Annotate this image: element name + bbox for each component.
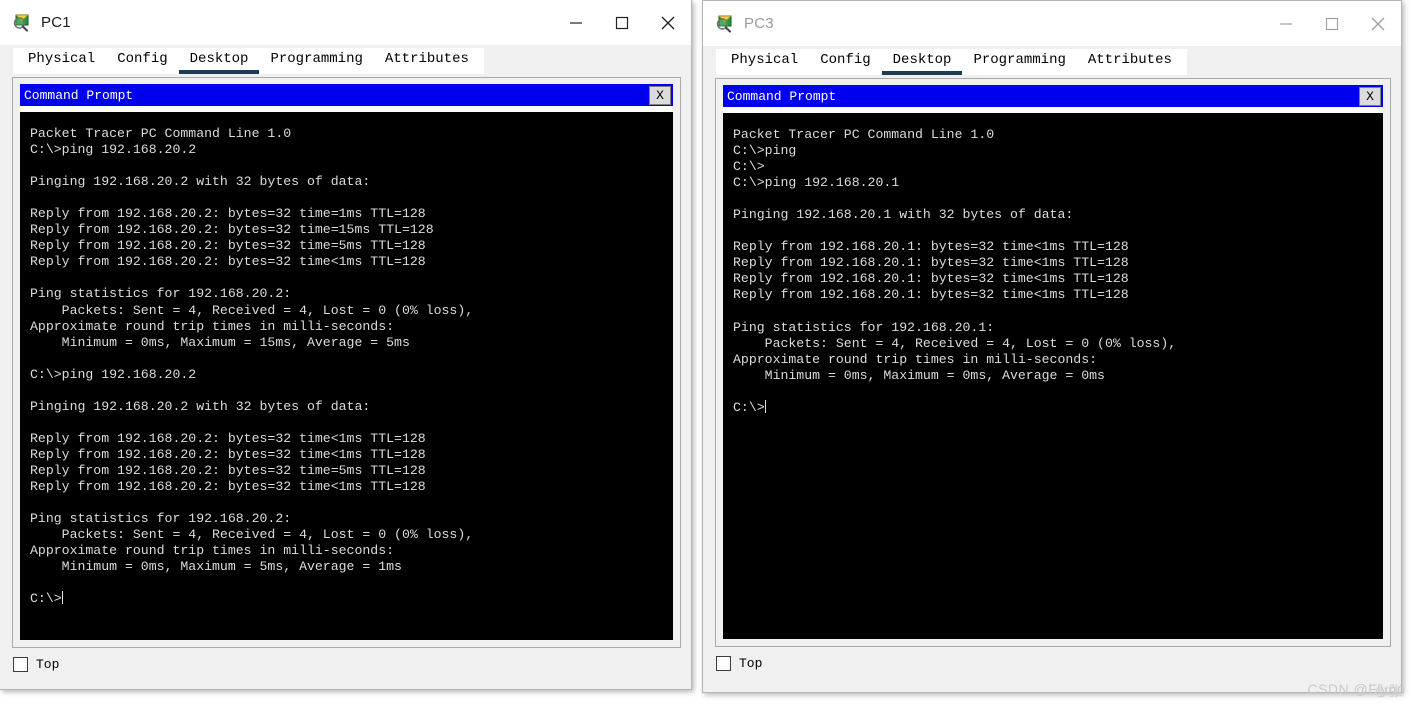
tab-attributes[interactable]: Attributes: [1077, 49, 1183, 75]
close-button[interactable]: [645, 0, 691, 45]
titlebar-pc3[interactable]: PC3: [703, 1, 1401, 46]
command-prompt-titlebar-pc1[interactable]: Command Prompt X: [20, 84, 673, 106]
tab-config[interactable]: Config: [809, 49, 881, 75]
console-output-pc1: Packet Tracer PC Command Line 1.0 C:\>pi…: [30, 126, 474, 607]
packet-tracer-pc-icon: [716, 14, 735, 33]
tab-desktop[interactable]: Desktop: [881, 49, 963, 75]
tabstrip-wrap-pc1: Physical Config Desktop Programming Attr…: [0, 45, 691, 74]
minimize-button[interactable]: [1263, 1, 1309, 46]
command-prompt-console-pc1[interactable]: Packet Tracer PC Command Line 1.0 C:\>pi…: [20, 112, 673, 640]
tab-programming[interactable]: Programming: [259, 48, 373, 74]
minimize-button[interactable]: [553, 0, 599, 45]
tabstrip-pc3: Physical Config Desktop Programming Attr…: [716, 49, 1187, 75]
top-checkbox-pc1[interactable]: [13, 657, 28, 672]
command-prompt-title: Command Prompt: [24, 87, 134, 103]
command-prompt-close-button[interactable]: X: [1359, 86, 1381, 106]
desktop-panel-pc1: Command Prompt X Packet Tracer PC Comman…: [12, 77, 681, 648]
tab-attributes[interactable]: Attributes: [374, 48, 480, 74]
tab-desktop[interactable]: Desktop: [178, 48, 260, 74]
command-prompt-title: Command Prompt: [727, 88, 837, 104]
desktop-panel-pc3: Command Prompt X Packet Tracer PC Comman…: [715, 78, 1391, 647]
console-caret: [764, 399, 766, 413]
bottom-bar-pc3: Top: [703, 647, 1401, 671]
command-prompt-titlebar-pc3[interactable]: Command Prompt X: [723, 85, 1383, 107]
titlebar-pc1[interactable]: PC1: [0, 0, 691, 45]
maximize-button[interactable]: [1309, 1, 1355, 46]
tab-physical[interactable]: Physical: [17, 48, 106, 74]
close-button[interactable]: [1355, 1, 1401, 46]
bottom-bar-pc1: Top: [0, 648, 691, 672]
top-checkbox-label-pc3: Top: [739, 656, 763, 671]
command-prompt-close-button[interactable]: X: [649, 85, 671, 105]
window-pc3[interactable]: PC3 Physical Config Desktop Programming …: [702, 0, 1402, 693]
tab-programming[interactable]: Programming: [962, 49, 1076, 75]
console-caret: [61, 591, 63, 605]
maximize-button[interactable]: [599, 0, 645, 45]
top-checkbox-pc3[interactable]: [716, 656, 731, 671]
console-output-pc3: Packet Tracer PC Command Line 1.0 C:\>pi…: [733, 127, 1177, 415]
command-prompt-console-pc3[interactable]: Packet Tracer PC Command Line 1.0 C:\>pi…: [723, 113, 1383, 639]
top-checkbox-label-pc1: Top: [36, 657, 60, 672]
tab-config[interactable]: Config: [106, 48, 178, 74]
tab-physical[interactable]: Physical: [720, 49, 809, 75]
window-controls-pc1: [553, 0, 691, 45]
tabstrip-pc1: Physical Config Desktop Programming Attr…: [13, 48, 484, 74]
packet-tracer-pc-icon: [13, 13, 32, 32]
window-title-pc3: PC3: [744, 15, 774, 32]
tabstrip-wrap-pc3: Physical Config Desktop Programming Attr…: [703, 46, 1401, 75]
window-pc1[interactable]: PC1 Physical Config Desktop Programming …: [0, 0, 692, 690]
window-controls-pc3: [1263, 1, 1401, 46]
window-title-pc1: PC1: [41, 14, 71, 31]
